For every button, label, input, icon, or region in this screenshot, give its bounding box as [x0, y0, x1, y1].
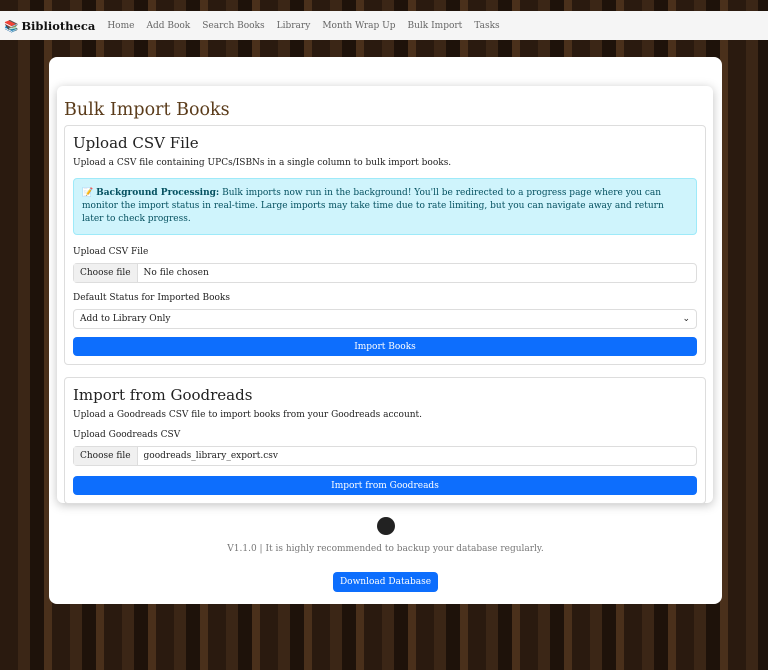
brand-name: Bibliotheca — [21, 18, 96, 33]
main-container: Bulk Import Books Upload CSV File Upload… — [49, 57, 722, 604]
csv-desc: Upload a CSV file containing UPCs/ISBNs … — [73, 158, 452, 168]
goodreads-desc: Upload a Goodreads CSV file to import bo… — [73, 410, 423, 421]
csv-file-input[interactable]: Choose file No file chosen — [73, 263, 697, 284]
status-value: Add to Library Only — [80, 314, 171, 325]
nav-library[interactable]: Library — [277, 21, 311, 31]
goodreads-card: Import from Goodreads Upload a Goodreads… — [64, 377, 706, 505]
nav-bulk-import[interactable]: Bulk Import — [408, 21, 463, 31]
navbar: 📚 Bibliotheca Home Add Book Search Books … — [0, 11, 768, 40]
content-panel: Bulk Import Books Upload CSV File Upload… — [57, 86, 713, 505]
choose-file-button[interactable]: Choose file — [74, 264, 138, 283]
nav-search-books[interactable]: Search Books — [202, 21, 264, 31]
alert-bold: Background Processing: — [96, 188, 220, 198]
file-name: goodreads_library_export.csv — [143, 451, 278, 462]
brand[interactable]: 📚 Bibliotheca — [4, 19, 95, 33]
status-label: Default Status for Imported Books — [73, 293, 231, 304]
nav-home[interactable]: Home — [107, 21, 134, 31]
import-goodreads-button[interactable]: Import from Goodreads — [73, 476, 697, 496]
status-select[interactable]: Add to Library Only ⌄ — [73, 309, 697, 330]
github-icon[interactable] — [376, 517, 395, 535]
csv-card: Upload CSV File Upload a CSV file contai… — [64, 125, 706, 366]
nav-tasks[interactable]: Tasks — [474, 21, 499, 31]
goodreads-file-label: Upload Goodreads CSV — [73, 430, 181, 441]
page-title: Bulk Import Books — [64, 100, 230, 120]
nav-add-book[interactable]: Add Book — [146, 21, 190, 31]
info-alert: 📝 Background Processing: Bulk imports no… — [73, 178, 697, 236]
chevron-down-icon: ⌄ — [682, 314, 690, 325]
nav-month-wrap-up[interactable]: Month Wrap Up — [322, 21, 395, 31]
csv-title: Upload CSV File — [73, 134, 199, 152]
csv-file-label: Upload CSV File — [73, 247, 149, 258]
goodreads-file-input[interactable]: Choose file goodreads_library_export.csv — [73, 446, 697, 467]
books-icon: 📚 — [4, 18, 19, 33]
download-database-button[interactable]: Download Database — [332, 572, 439, 592]
footer: V1.1.0 | It is highly recommended to bac… — [49, 517, 722, 592]
import-books-button[interactable]: Import Books — [73, 337, 697, 357]
choose-file-button[interactable]: Choose file — [74, 447, 138, 466]
goodreads-title: Import from Goodreads — [73, 386, 253, 405]
memo-icon: 📝 — [82, 188, 94, 198]
footer-text: V1.1.0 | It is highly recommended to bac… — [227, 544, 544, 554]
file-name: No file chosen — [143, 268, 209, 279]
